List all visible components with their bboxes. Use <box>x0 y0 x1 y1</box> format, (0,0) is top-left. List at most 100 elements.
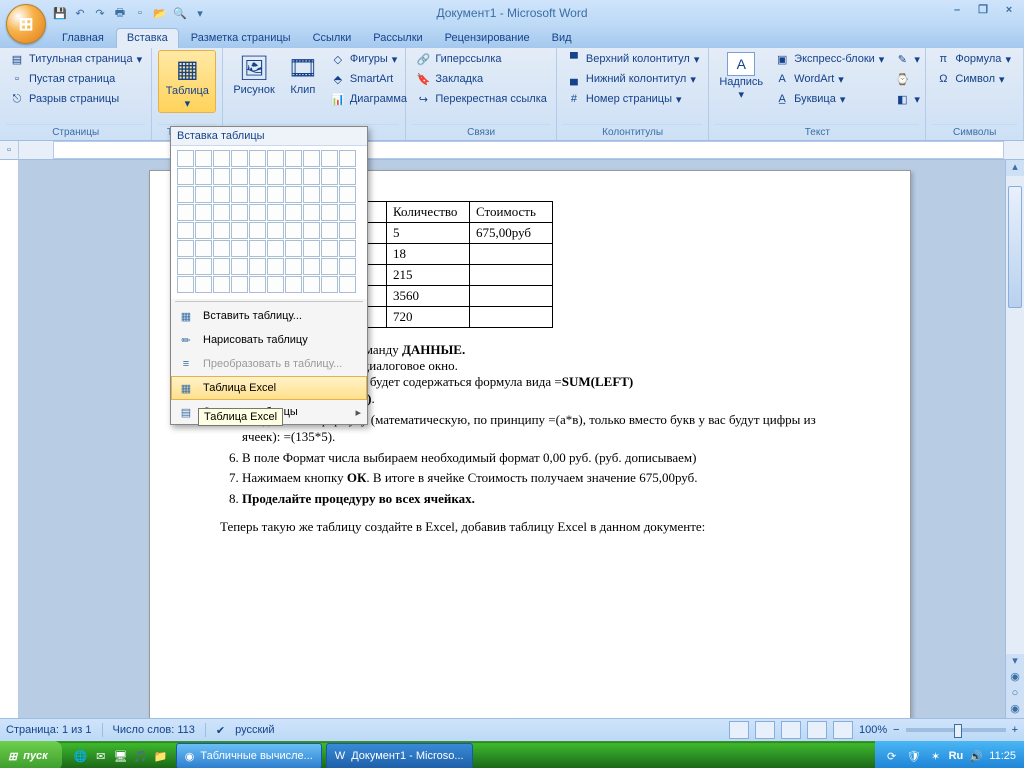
grid-cell[interactable] <box>195 204 212 221</box>
zoom-slider[interactable] <box>906 728 1006 732</box>
grid-cell[interactable] <box>177 204 194 221</box>
grid-cell[interactable] <box>177 168 194 185</box>
grid-cell[interactable] <box>303 258 320 275</box>
quickparts-button[interactable]: ▣Экспресс-блоки ▾ <box>771 50 887 68</box>
grid-cell[interactable] <box>285 276 302 293</box>
textbox-button[interactable]: AНадпись▾ <box>715 50 767 103</box>
grid-cell[interactable] <box>231 168 248 185</box>
grid-cell[interactable] <box>231 240 248 257</box>
grid-cell[interactable] <box>339 240 356 257</box>
grid-cell[interactable] <box>285 150 302 167</box>
tray-icon-2[interactable]: 🛡 <box>905 747 923 765</box>
prev-page-icon[interactable]: ◉ <box>1006 670 1024 686</box>
tab-references[interactable]: Ссылки <box>303 29 362 48</box>
grid-cell[interactable] <box>231 186 248 203</box>
grid-cell[interactable] <box>285 204 302 221</box>
grid-cell[interactable] <box>321 276 338 293</box>
tab-review[interactable]: Рецензирование <box>435 29 540 48</box>
grid-cell[interactable] <box>213 276 230 293</box>
equation-button[interactable]: πФормула ▾ <box>932 50 1014 68</box>
tray-icon-4[interactable]: 🔊 <box>967 747 985 765</box>
grid-cell[interactable] <box>231 276 248 293</box>
grid-cell[interactable] <box>249 222 266 239</box>
insert-table-button[interactable]: ▦ Таблица▾ <box>158 50 216 113</box>
grid-cell[interactable] <box>339 204 356 221</box>
insert-picture-button[interactable]: 🖼Рисунок <box>229 50 279 98</box>
grid-cell[interactable] <box>249 186 266 203</box>
scroll-up-icon[interactable]: ▴ <box>1006 160 1024 176</box>
next-page-icon[interactable]: ◉ <box>1006 702 1024 718</box>
grid-cell[interactable] <box>303 276 320 293</box>
page-break-button[interactable]: ⎋Разрыв страницы <box>6 90 145 108</box>
tray-icon-1[interactable]: ⟳ <box>883 747 901 765</box>
close-button[interactable]: × <box>1000 4 1018 18</box>
taskbar-item-browser[interactable]: ◉Табличные вычисле... <box>176 743 322 768</box>
header-button[interactable]: ▀Верхний колонтитул ▾ <box>563 50 702 68</box>
ql-icon-2[interactable]: ✉ <box>92 747 110 765</box>
status-page[interactable]: Страница: 1 из 1 <box>6 724 92 736</box>
grid-cell[interactable] <box>213 204 230 221</box>
ql-icon-3[interactable]: 🖥 <box>112 747 130 765</box>
grid-cell[interactable] <box>339 186 356 203</box>
grid-cell[interactable] <box>321 168 338 185</box>
grid-cell[interactable] <box>285 168 302 185</box>
grid-cell[interactable] <box>321 186 338 203</box>
clock[interactable]: 11:25 <box>989 750 1016 762</box>
hyperlink-button[interactable]: 🔗Гиперссылка <box>412 50 550 68</box>
grid-cell[interactable] <box>177 150 194 167</box>
tab-home[interactable]: Главная <box>52 29 114 48</box>
shapes-button[interactable]: ◇Фигуры ▾ <box>327 50 410 68</box>
grid-cell[interactable] <box>267 258 284 275</box>
grid-cell[interactable] <box>213 240 230 257</box>
grid-cell[interactable] <box>177 186 194 203</box>
grid-cell[interactable] <box>339 222 356 239</box>
grid-cell[interactable] <box>195 276 212 293</box>
menu-draw-table[interactable]: ✏Нарисовать таблицу <box>171 328 367 352</box>
grid-cell[interactable] <box>231 258 248 275</box>
grid-cell[interactable] <box>231 150 248 167</box>
grid-cell[interactable] <box>195 150 212 167</box>
grid-cell[interactable] <box>303 150 320 167</box>
grid-cell[interactable] <box>267 186 284 203</box>
grid-cell[interactable] <box>321 258 338 275</box>
ql-icon-5[interactable]: 📁 <box>152 747 170 765</box>
grid-cell[interactable] <box>303 240 320 257</box>
vertical-ruler[interactable] <box>0 160 19 718</box>
grid-cell[interactable] <box>303 222 320 239</box>
grid-cell[interactable] <box>267 150 284 167</box>
taskbar-item-word[interactable]: WДокумент1 - Microso... <box>326 743 473 768</box>
grid-cell[interactable] <box>177 240 194 257</box>
grid-cell[interactable] <box>249 150 266 167</box>
grid-cell[interactable] <box>195 168 212 185</box>
tab-layout[interactable]: Разметка страницы <box>181 29 301 48</box>
bookmark-button[interactable]: 🔖Закладка <box>412 70 550 88</box>
grid-cell[interactable] <box>267 204 284 221</box>
grid-cell[interactable] <box>213 186 230 203</box>
title-page-button[interactable]: ▤Титульная страница ▾ <box>6 50 145 68</box>
grid-cell[interactable] <box>195 222 212 239</box>
tray-icon-3[interactable]: ✶ <box>927 747 945 765</box>
scroll-down-icon[interactable]: ▾ <box>1006 654 1024 670</box>
grid-cell[interactable] <box>195 186 212 203</box>
table-size-grid[interactable] <box>171 146 367 299</box>
tab-mailings[interactable]: Рассылки <box>363 29 432 48</box>
grid-cell[interactable] <box>267 240 284 257</box>
crossref-button[interactable]: ↪Перекрестная ссылка <box>412 90 550 108</box>
minimize-button[interactable]: – <box>948 4 966 18</box>
ql-icon-1[interactable]: 🌐 <box>72 747 90 765</box>
date-button[interactable]: ⌚ <box>891 70 923 88</box>
grid-cell[interactable] <box>177 222 194 239</box>
zoom-out-button[interactable]: − <box>893 724 899 736</box>
status-language[interactable]: русский <box>235 724 274 736</box>
grid-cell[interactable] <box>213 222 230 239</box>
grid-cell[interactable] <box>267 222 284 239</box>
grid-cell[interactable] <box>231 204 248 221</box>
wordart-button[interactable]: AWordArt ▾ <box>771 70 887 88</box>
menu-insert-table[interactable]: ▦Вставить таблицу... <box>171 304 367 328</box>
grid-cell[interactable] <box>285 186 302 203</box>
office-button[interactable]: ⊞ <box>6 4 46 44</box>
view-web-button[interactable] <box>781 721 801 739</box>
grid-cell[interactable] <box>249 276 266 293</box>
status-words[interactable]: Число слов: 113 <box>113 724 195 736</box>
grid-cell[interactable] <box>213 150 230 167</box>
